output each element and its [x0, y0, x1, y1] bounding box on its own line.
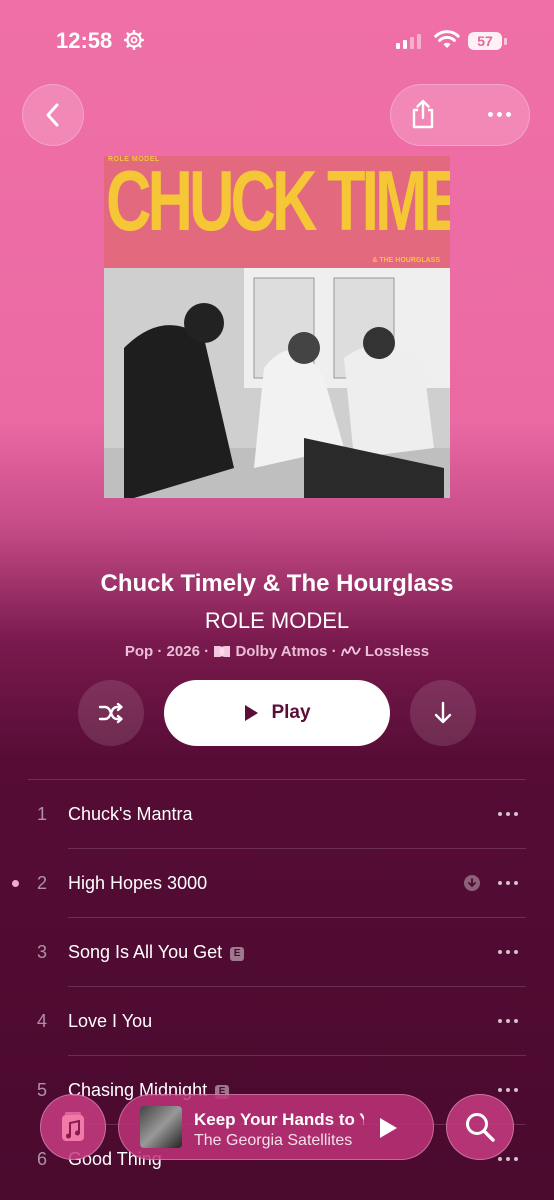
- track-more-button[interactable]: [498, 881, 518, 885]
- status-bar: 12:58 57: [0, 0, 554, 80]
- chevron-left-icon: [46, 103, 59, 127]
- lossless-icon: [340, 646, 361, 657]
- play-button[interactable]: Play: [164, 680, 390, 746]
- status-time: 12:58: [56, 28, 113, 53]
- actions-pill: [390, 84, 530, 146]
- track-number: 1: [36, 804, 47, 824]
- tab-bar: Keep Your Hands to Yourself The Georgia …: [0, 1090, 554, 1200]
- battery-icon: 57: [468, 30, 508, 52]
- back-button[interactable]: [22, 84, 84, 146]
- battery-level: 57: [468, 32, 502, 50]
- dolby-icon: [214, 646, 231, 657]
- track-number: 3: [36, 942, 47, 962]
- album-genre: Pop: [124, 643, 154, 660]
- mini-player-artist: The Georgia Satellites: [194, 1132, 353, 1149]
- list-item[interactable]: 1 Chuck's Mantra: [0, 780, 554, 849]
- track-more-button[interactable]: [498, 812, 518, 816]
- mini-player-song: Keep Your Hands to Yourself: [194, 1110, 364, 1129]
- wifi-icon: [434, 30, 460, 48]
- album-dolby: Dolby Atmos: [235, 643, 328, 660]
- track-more-button[interactable]: [498, 1019, 518, 1023]
- music-note-icon: [62, 1112, 84, 1141]
- album-lossless: Lossless: [364, 643, 430, 660]
- track-title: Song Is All You Get E: [68, 942, 245, 963]
- album-artist[interactable]: Chuck Timely & The Hourglass: [0, 570, 554, 598]
- gear-icon: [124, 30, 144, 50]
- track-more-button[interactable]: [498, 950, 518, 954]
- track-title: Love I You: [68, 1011, 153, 1031]
- cover-artist-title: CHUCK TIMELY: [106, 156, 450, 250]
- list-item[interactable]: 2 High Hopes 3000: [0, 849, 554, 918]
- track-number: 2: [36, 873, 47, 893]
- play-icon: [245, 705, 259, 721]
- album-title: ROLE MODEL: [204, 608, 350, 633]
- tab-library[interactable]: [40, 1094, 106, 1160]
- cellular-signal-icon: [396, 33, 421, 49]
- album-meta: Pop · 2026 · Dolby Atmos · Lossless: [124, 643, 430, 660]
- cover-subtitle: & THE HOURGLASS: [372, 257, 440, 264]
- cover-photo: [104, 268, 450, 498]
- share-icon[interactable]: [408, 98, 438, 130]
- play-icon[interactable]: [378, 1117, 398, 1139]
- shuffle-button[interactable]: [78, 680, 144, 746]
- tab-search[interactable]: [446, 1094, 514, 1160]
- more-button[interactable]: [484, 104, 514, 124]
- track-title: High Hopes 3000: [68, 873, 208, 893]
- search-icon: [466, 1113, 495, 1142]
- mini-player[interactable]: Keep Your Hands to Yourself The Georgia …: [118, 1094, 434, 1160]
- download-arrow-icon: [434, 701, 452, 724]
- track-number: 4: [36, 1011, 47, 1031]
- list-item[interactable]: 3 Song Is All You Get E: [0, 918, 554, 987]
- now-playing-dot-icon: [12, 880, 19, 887]
- album-cover: ROLE MODEL CHUCK TIMELY & THE HOURGLASS: [104, 156, 450, 498]
- shuffle-icon: [98, 702, 123, 724]
- album-year: 2026: [166, 643, 200, 660]
- play-label: Play: [271, 702, 311, 723]
- mini-player-artwork: [140, 1106, 182, 1148]
- list-item[interactable]: 4 Love I You: [0, 987, 554, 1056]
- download-button[interactable]: [410, 680, 476, 746]
- track-title: Chuck's Mantra: [68, 804, 193, 824]
- downloaded-icon: [464, 875, 480, 891]
- explicit-badge: E: [230, 947, 245, 961]
